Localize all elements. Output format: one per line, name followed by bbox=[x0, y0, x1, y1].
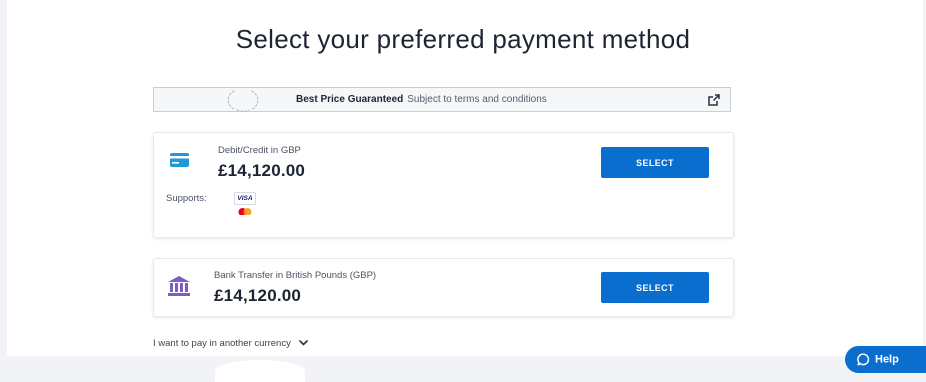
select-debit-credit-button[interactable]: SELECT bbox=[601, 147, 709, 178]
external-link-icon[interactable] bbox=[708, 94, 720, 106]
best-price-banner: Best Price Guaranteed Subject to terms an… bbox=[153, 87, 731, 113]
method-label: Debit/Credit in GBP bbox=[218, 145, 301, 156]
credit-card-icon bbox=[170, 153, 189, 167]
banner-sub-text: Subject to terms and conditions bbox=[407, 94, 547, 105]
visa-icon: VISA bbox=[234, 192, 256, 205]
payment-option-card[interactable]: Debit/Credit in GBP £14,120.00 SELECT Su… bbox=[153, 132, 734, 238]
other-currency-label: I want to pay in another currency bbox=[153, 338, 291, 349]
banner-strong-text: Best Price Guaranteed bbox=[296, 94, 404, 105]
payment-option-card[interactable]: Bank Transfer in British Pounds (GBP) £1… bbox=[153, 258, 734, 317]
help-label: Help bbox=[875, 353, 899, 366]
select-bank-transfer-button[interactable]: SELECT bbox=[601, 272, 709, 303]
chat-bubble-icon bbox=[857, 353, 870, 366]
other-currency-toggle[interactable]: I want to pay in another currency bbox=[153, 338, 309, 349]
visa-logo-text: VISA bbox=[237, 195, 253, 202]
page-title: Select your preferred payment method bbox=[235, 24, 691, 54]
bank-icon bbox=[168, 276, 190, 296]
bottom-decoration bbox=[215, 360, 305, 382]
mastercard-icon bbox=[238, 208, 252, 215]
laurel-icon bbox=[227, 90, 259, 113]
method-amount: £14,120.00 bbox=[214, 286, 302, 305]
chevron-down-icon bbox=[299, 340, 309, 347]
banner-text: Best Price Guaranteed Subject to terms an… bbox=[296, 94, 547, 105]
bottom-strip bbox=[0, 356, 926, 372]
method-label: Bank Transfer in British Pounds (GBP) bbox=[214, 270, 377, 281]
help-button[interactable]: Help bbox=[845, 346, 926, 373]
supports-label: Supports: bbox=[166, 193, 207, 204]
method-amount: £14,120.00 bbox=[218, 161, 306, 180]
